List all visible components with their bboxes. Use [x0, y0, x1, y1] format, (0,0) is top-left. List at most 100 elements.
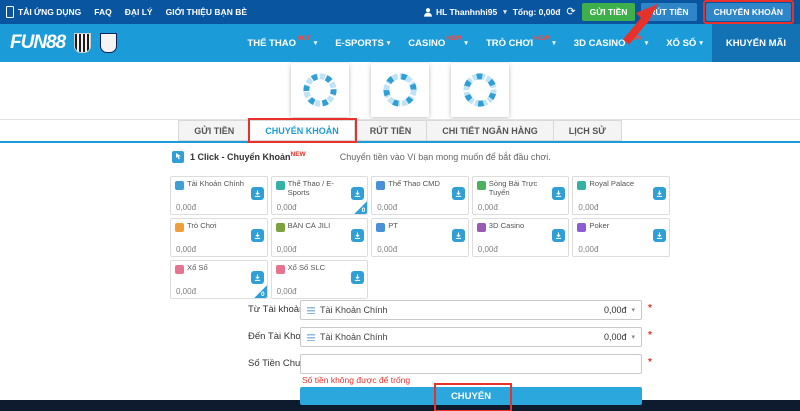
nav-item-lottery[interactable]: XỔ SỐ ▾: [657, 24, 712, 62]
account-menu[interactable]: HL Thanhnhi95 ▾: [423, 7, 507, 17]
one-click-icon: [172, 151, 184, 163]
deposit-to-wallet-button[interactable]: [251, 229, 264, 242]
wallet-card-poker[interactable]: Poker 0,00đ: [572, 218, 670, 257]
loading-card: [291, 63, 349, 117]
nav-item-3d-casino[interactable]: 3D CASINO NEW ▾: [565, 24, 657, 62]
wallet-name: BẮN CÁ JILI: [288, 222, 351, 231]
required-asterisk: *: [648, 303, 652, 314]
nav-item-games[interactable]: TRÒ CHƠI NEW ▾: [477, 24, 565, 62]
wallet-card-games[interactable]: Trò Chơi 0,00đ: [170, 218, 268, 257]
fun88-logo[interactable]: FUN88: [10, 32, 65, 54]
tab-transfer[interactable]: CHUYỂN KHOẢN: [250, 120, 355, 141]
wallet-corner-badge: 0: [351, 198, 367, 214]
wallet-balance: 0,00đ: [277, 287, 297, 296]
wallet-card-sports-cmd[interactable]: Thể Thao CMD 0,00đ: [371, 176, 469, 215]
deposit-to-wallet-button[interactable]: [452, 187, 465, 200]
nav-label: KHUYẾN MÃI: [726, 38, 786, 49]
topbar-item-agent[interactable]: ĐẠI LÝ: [125, 7, 153, 17]
topbar-right: HL Thanhnhi95 ▾ Tổng: 0,00đ ⟳ GỬI TIỀN R…: [423, 0, 794, 24]
topbar-item-label: TẢI ỨNG DỤNG: [18, 7, 81, 17]
spinner-icon: [300, 70, 340, 110]
user-icon: [423, 7, 433, 17]
nav-label: 3D CASINO: [574, 38, 626, 49]
withdraw-button[interactable]: RÚT TIỀN: [641, 3, 696, 21]
phone-icon: [6, 6, 14, 18]
required-asterisk: *: [648, 330, 652, 341]
to-account-row: Đến Tài Khoản Tài Khoản Chính 0,00đ ▾ *: [0, 327, 800, 347]
wallet-card-live-casino[interactable]: Sòng Bài Trực Tuyến 0,00đ: [472, 176, 570, 215]
nav-item-esports[interactable]: E-SPORTS ▾: [326, 24, 399, 62]
wallet-icon: [477, 223, 486, 232]
chevron-down-icon: ▾: [699, 39, 703, 47]
deposit-to-wallet-button[interactable]: [351, 229, 364, 242]
deposit-to-wallet-button[interactable]: [552, 187, 565, 200]
nav-items: THỂ THAO HOT ▾ E-SPORTS ▾ CASINO NEW ▾ T…: [238, 24, 800, 62]
wallet-balance: 0,00đ: [578, 245, 598, 254]
wallet-card-lottery[interactable]: Xổ Số 0,00đ 0: [170, 260, 268, 299]
wallet-icon: [376, 223, 385, 232]
from-account-row: Từ Tài khoản Tài Khoản Chính 0,00đ ▾ *: [0, 300, 800, 320]
wallet-name: Thể Thao / E-Sports: [288, 180, 351, 198]
wallet-icon: [276, 223, 285, 232]
wallet-card-3d-casino[interactable]: 3D Casino 0,00đ: [472, 218, 570, 257]
wallet-balance: 0,00đ: [478, 203, 498, 212]
wallet-balance: 0,00đ: [176, 245, 196, 254]
new-badge: NEW: [446, 35, 461, 42]
nav-item-promotions[interactable]: KHUYẾN MÃI: [712, 24, 800, 62]
amount-row: Số Tiền Chuyển *: [0, 354, 800, 374]
list-icon: [307, 334, 315, 341]
deposit-to-wallet-button[interactable]: [452, 229, 465, 242]
topbar: TẢI ỨNG DỤNG FAQ ĐẠI LÝ GIỚI THIỆU BẠN B…: [0, 0, 800, 24]
chevron-down-icon: ▾: [503, 8, 507, 16]
deposit-to-wallet-button[interactable]: [653, 187, 666, 200]
wallet-card-main[interactable]: Tài Khoản Chính 0,00đ: [170, 176, 268, 215]
topbar-item-faq[interactable]: FAQ: [94, 7, 111, 17]
transfer-submit-button[interactable]: CHUYỂN: [300, 387, 642, 405]
spinner-icon: [460, 70, 500, 110]
one-click-title-text: 1 Click - Chuyển Khoản: [190, 152, 291, 162]
wallet-name: Sòng Bài Trực Tuyến: [489, 180, 552, 198]
wallet-card-royal-palace[interactable]: Royal Palace 0,00đ: [572, 176, 670, 215]
wallet-name: Xổ Số: [187, 264, 250, 273]
nav-label: CASINO: [408, 38, 445, 49]
wallet-name: Poker: [589, 222, 652, 231]
wallet-name: Xổ Số SLC: [288, 264, 351, 273]
topbar-item-download-app[interactable]: TẢI ỨNG DỤNG: [6, 6, 81, 18]
from-account-balance: 0,00đ: [604, 305, 627, 315]
newcastle-crest-logo: [74, 33, 91, 53]
wallet-card-lottery-slc[interactable]: Xổ Số SLC 0,00đ: [271, 260, 369, 299]
tab-history[interactable]: LỊCH SỬ: [554, 120, 622, 141]
from-account-select[interactable]: Tài Khoản Chính 0,00đ ▾: [300, 300, 642, 320]
deposit-button[interactable]: GỬI TIỀN: [582, 3, 636, 21]
wallet-name: Tài Khoản Chính: [187, 180, 250, 189]
wallet-name: Trò Chơi: [187, 222, 250, 231]
loading-placeholders: [0, 63, 800, 117]
to-account-select[interactable]: Tài Khoản Chính 0,00đ ▾: [300, 327, 642, 347]
wallet-balance: 0,00đ: [377, 203, 397, 212]
nav-item-casino[interactable]: CASINO NEW ▾: [399, 24, 477, 62]
tab-deposit[interactable]: GỬI TIỀN: [178, 120, 250, 141]
tab-withdraw[interactable]: RÚT TIỀN: [355, 120, 428, 141]
deposit-to-wallet-button[interactable]: [351, 271, 364, 284]
chevron-down-icon: ▾: [314, 39, 318, 47]
nav-item-sports[interactable]: THỂ THAO HOT ▾: [238, 24, 326, 62]
wallet-card-sports-esports[interactable]: Thể Thao / E-Sports 0,00đ 0: [271, 176, 369, 215]
deposit-to-wallet-button[interactable]: [251, 187, 264, 200]
topbar-item-refer-friend[interactable]: GIỚI THIỆU BẠN BÈ: [166, 7, 247, 17]
tab-bank-details[interactable]: CHI TIẾT NGÂN HÀNG: [427, 120, 554, 141]
wallet-card-fishing-jili[interactable]: BẮN CÁ JILI 0,00đ: [271, 218, 369, 257]
total-balance: Tổng: 0,00đ: [513, 7, 561, 17]
deposit-to-wallet-button[interactable]: [552, 229, 565, 242]
wallet-card-pt[interactable]: PT 0,00đ: [371, 218, 469, 257]
nav-label: THỂ THAO: [247, 38, 296, 49]
wallet-balance: 0,00đ: [277, 203, 297, 212]
from-account-label: Từ Tài khoản: [248, 300, 304, 320]
amount-input[interactable]: [300, 354, 642, 374]
topbar-item-label: GIỚI THIỆU BẠN BÈ: [166, 7, 247, 17]
deposit-to-wallet-button[interactable]: [653, 229, 666, 242]
wallet-icon: [175, 181, 184, 190]
chevron-down-icon: ▾: [631, 333, 635, 341]
refresh-icon[interactable]: ⟳: [566, 7, 575, 18]
transfer-button[interactable]: CHUYỂN KHOẢN: [706, 3, 791, 21]
required-asterisk: *: [648, 357, 652, 368]
